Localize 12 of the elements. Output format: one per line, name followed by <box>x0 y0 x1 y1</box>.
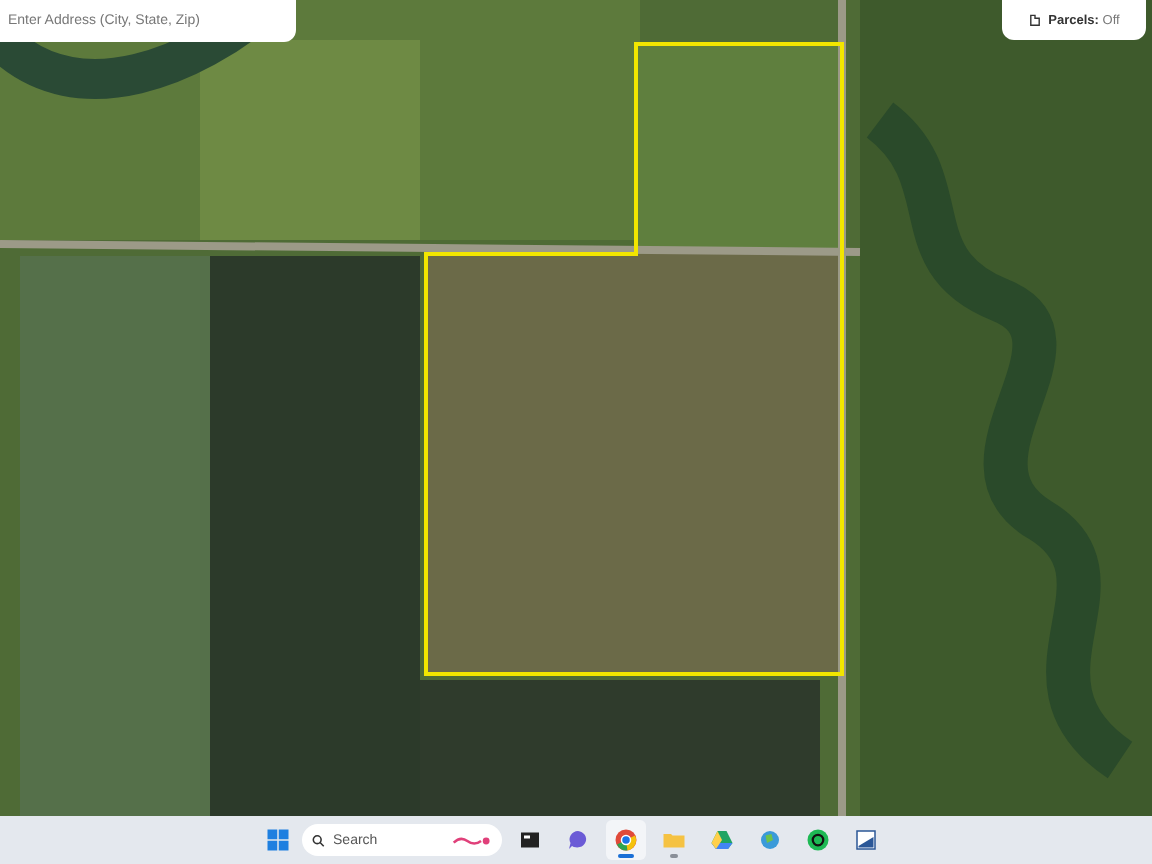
chat-icon <box>566 828 590 852</box>
browser-icon <box>614 828 638 852</box>
search-highlight-icon <box>451 833 492 847</box>
parcel-icon <box>1028 13 1043 27</box>
folder-icon <box>662 828 686 852</box>
search-icon <box>312 833 326 847</box>
terminal-icon <box>518 828 542 852</box>
chat-icon <box>806 828 830 852</box>
globe-icon <box>758 828 782 852</box>
document-icon <box>854 828 878 852</box>
start-icon[interactable] <box>266 828 290 852</box>
triangle-icon <box>710 828 734 852</box>
